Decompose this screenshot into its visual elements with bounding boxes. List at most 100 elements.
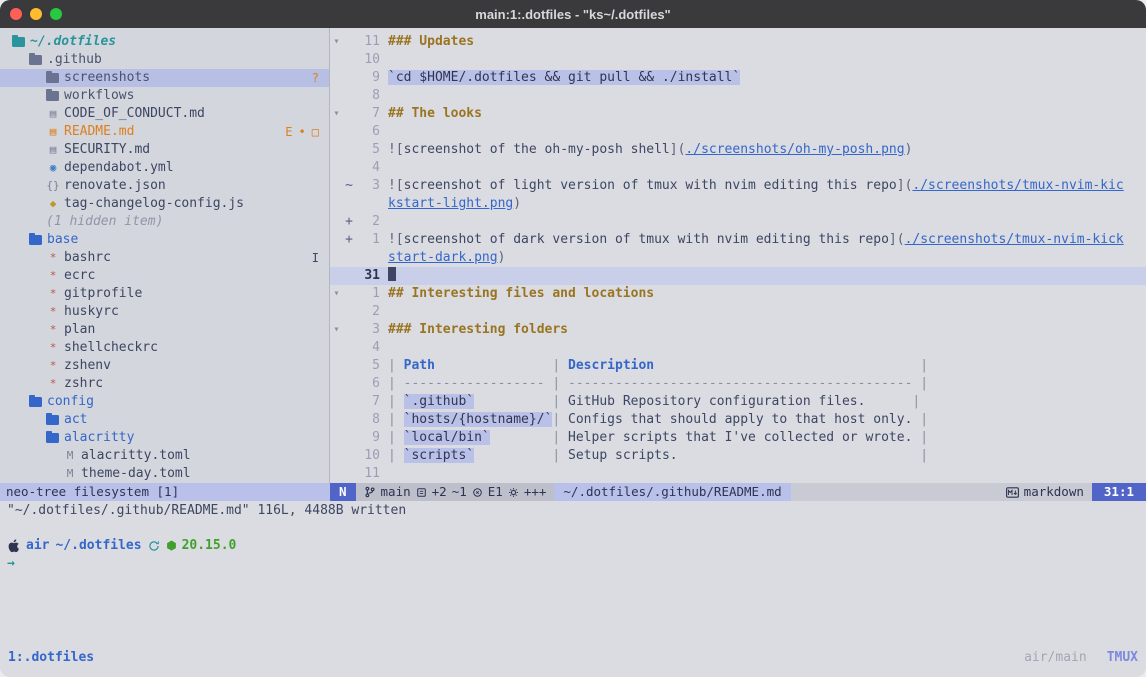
editor-line[interactable]: kstart-light.png) [330,195,1146,213]
line-text: | Path | Description | [380,357,928,375]
editor-line[interactable]: 9`cd $HOME/.dotfiles && git pull && ./in… [330,69,1146,87]
text-segment: Path [404,358,435,373]
git-segment: main +2 ~1 E1 +++ [356,483,555,501]
editor-line[interactable]: 4 [330,159,1146,177]
editor-buffer[interactable]: ▾11### Updates109`cd $HOME/.dotfiles && … [330,28,1146,483]
tree-item-label: zshrc [64,375,103,393]
tree-item-label: plan [64,321,95,339]
tree-item-shellcheckrc[interactable]: *shellcheckrc [0,339,329,357]
fullscreen-button[interactable] [50,8,62,20]
editor-line[interactable]: ▾3### Interesting folders [330,321,1146,339]
tree-item-label: tag-changelog-config.js [64,195,244,213]
tree-item-screenshots[interactable]: screenshots? [0,69,329,87]
editor-line[interactable]: 9| `local/bin` | Helper scripts that I'v… [330,429,1146,447]
text-segment: | [552,394,568,409]
close-button[interactable] [10,8,22,20]
tree-item-readme-md[interactable]: ▤README.mdE•□ [0,123,329,141]
tree-item-theme-day-toml[interactable]: Mtheme-day.toml [0,465,329,483]
tree-item-bashrc[interactable]: *bashrcI [0,249,329,267]
text-segment: ### Interesting folders [388,322,568,337]
line-text: ### Interesting folders [380,321,568,339]
editor-line[interactable]: 6 [330,123,1146,141]
line-text: | `local/bin` | Helper scripts that I've… [380,429,928,447]
editor-line[interactable]: 4 [330,339,1146,357]
markdown-link[interactable]: ./screenshots/tmux-nvim-kick [905,232,1124,247]
fold-column [330,465,343,483]
tree-item-ecrc[interactable]: *ecrc [0,267,329,285]
editor-line[interactable]: start-dark.png) [330,249,1146,267]
fold-column [330,195,343,213]
folder-icon [29,397,42,407]
tree-item-zshrc[interactable]: *zshrc [0,375,329,393]
markdown-link[interactable]: ./screenshots/oh-my-posh.png [685,142,904,157]
tree-item-renovate-json[interactable]: {}renovate.json [0,177,329,195]
editor-line[interactable]: 10| `scripts` | Setup scripts. | [330,447,1146,465]
line-number [355,249,380,267]
editor-line[interactable]: 2 [330,303,1146,321]
tree-item-config[interactable]: config [0,393,329,411]
editor-line[interactable]: ~3![screenshot of light version of tmux … [330,177,1146,195]
statusline-fill [791,483,998,501]
tree-item-zshenv[interactable]: *zshenv [0,357,329,375]
tree-item-github[interactable]: .github [0,51,329,69]
text-segment: | [552,358,568,373]
shell-file-icon: * [46,375,60,393]
markdown-link[interactable]: start-dark.png [388,250,498,265]
tree-item-1-hidden-item[interactable]: (1 hidden item) [0,213,329,231]
git-diff-changed: ~1 [452,483,467,501]
markdown-file-icon: ▤ [46,105,60,123]
editor-line[interactable]: 11 [330,465,1146,483]
git-status-badge: E [285,123,292,141]
sign-column [343,285,355,303]
text-segment: `.github` [404,394,474,409]
tree-item-security-md[interactable]: ▤SECURITY.md [0,141,329,159]
editor-line[interactable]: +2 [330,213,1146,231]
window-title: main:1:.dotfiles - "ks~/.dotfiles" [0,7,1146,22]
node-icon [166,540,177,552]
editor-line[interactable]: ▾11### Updates [330,33,1146,51]
tree-item-dotfiles[interactable]: ~/.dotfiles [0,33,329,51]
editor-line[interactable]: 7| `.github` | GitHub Repository configu… [330,393,1146,411]
text-segment: Configs that should apply to that host o… [568,412,920,427]
cursor-line[interactable]: 31 [330,267,1146,285]
tree-item-alacritty[interactable]: alacritty [0,429,329,447]
fold-column [330,87,343,105]
text-segment: | [920,448,928,463]
terminal-empty-area [0,573,1146,649]
editor-line[interactable]: +1![screenshot of dark version of tmux w… [330,231,1146,249]
line-number: 3 [355,177,380,195]
tree-item-workflows[interactable]: workflows [0,87,329,105]
git-branch-icon [364,486,376,498]
shell-prompt: air ~/.dotfiles 20.15.0 [0,537,1146,555]
editor-line[interactable]: ▾1## Interesting files and locations [330,285,1146,303]
editor-line[interactable]: 5![screenshot of the oh-my-posh shell](.… [330,141,1146,159]
tree-item-huskyrc[interactable]: *huskyrc [0,303,329,321]
editor-line[interactable]: ▾7## The looks [330,105,1146,123]
fold-column [330,123,343,141]
git-sign: + [343,213,355,231]
minimize-button[interactable] [30,8,42,20]
markdown-link[interactable]: kstart-light.png [388,196,513,211]
tree-item-base[interactable]: base [0,231,329,249]
tree-item-gitprofile[interactable]: *gitprofile [0,285,329,303]
line-number: 8 [355,87,380,105]
tree-item-dependabot-yml[interactable]: ◉dependabot.yml [0,159,329,177]
node-version-segment: 20.15.0 [166,537,237,555]
line-number: 10 [355,51,380,69]
text-segment: | [388,430,404,445]
tree-item-badges: ? [312,69,329,87]
editor-line[interactable]: 8 [330,87,1146,105]
tree-item-plan[interactable]: *plan [0,321,329,339]
tree-item-alacritty-toml[interactable]: Malacritty.toml [0,447,329,465]
editor-line[interactable]: 5| Path | Description | [330,357,1146,375]
markdown-link[interactable]: ./screenshots/tmux-nvim-kic [912,178,1123,193]
tree-item-label: base [47,231,78,249]
tmux-window-item[interactable]: 1:.dotfiles [8,649,94,667]
tree-item-tag-changelog-config-js[interactable]: ◆tag-changelog-config.js [0,195,329,213]
editor-line[interactable]: 6| ------------------ | ----------------… [330,375,1146,393]
tree-item-code-of-conduct-md[interactable]: ▤CODE_OF_CONDUCT.md [0,105,329,123]
editor-line[interactable]: 10 [330,51,1146,69]
shell-pane[interactable]: air ~/.dotfiles 20.15.0 → 1:.dotfiles ai… [0,520,1146,677]
editor-line[interactable]: 8| `hosts/{hostname}/`| Configs that sho… [330,411,1146,429]
tree-item-act[interactable]: act [0,411,329,429]
